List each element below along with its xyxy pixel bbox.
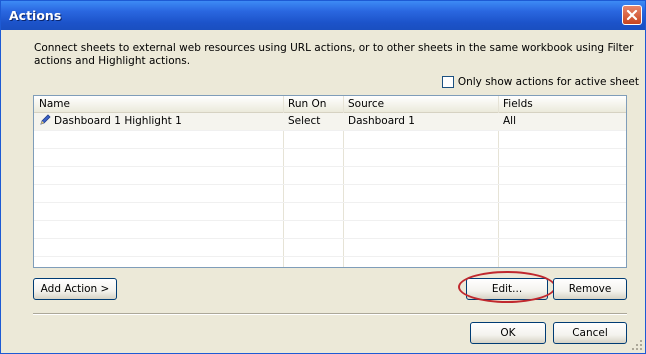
empty-row	[34, 167, 626, 185]
checkbox-label: Only show actions for active sheet	[457, 76, 639, 88]
title-bar[interactable]: Actions	[1, 1, 645, 30]
action-run-on: Select	[288, 115, 321, 127]
actions-dialog: Actions Connect sheets to external web r…	[0, 0, 646, 354]
column-header-name[interactable]: Name	[34, 96, 283, 112]
dialog-description: Connect sheets to external web resources…	[34, 42, 634, 67]
action-name: Dashboard 1 Highlight 1	[54, 115, 182, 127]
empty-row	[34, 203, 626, 221]
action-fields: All	[503, 115, 517, 127]
empty-row	[34, 239, 626, 257]
active-sheet-filter-checkbox[interactable]: Only show actions for active sheet	[441, 74, 639, 90]
empty-row	[34, 149, 626, 167]
empty-row	[34, 131, 626, 149]
empty-row	[34, 221, 626, 239]
column-header-fields[interactable]: Fields	[498, 96, 626, 112]
cancel-button[interactable]: Cancel	[553, 322, 627, 344]
close-button[interactable]	[622, 5, 642, 25]
add-action-button[interactable]: Add Action >	[33, 278, 117, 300]
column-header-source[interactable]: Source	[343, 96, 498, 112]
checkbox-box[interactable]	[441, 76, 454, 88]
highlight-ring-annotation	[458, 271, 556, 303]
table-header: Name Run On Source Fields	[34, 96, 626, 113]
action-source: Dashboard 1	[348, 115, 415, 127]
table-row[interactable]: Dashboard 1 Highlight 1 Select Dashboard…	[34, 113, 626, 131]
ok-button[interactable]: OK	[470, 322, 546, 344]
actions-table: Name Run On Source Fields Dashboard 1 Hi…	[33, 95, 627, 268]
row-name-cell: Dashboard 1 Highlight 1	[34, 113, 283, 130]
column-header-run-on[interactable]: Run On	[283, 96, 343, 112]
dialog-title: Actions	[9, 8, 62, 23]
pencil-icon	[40, 114, 51, 125]
remove-button[interactable]: Remove	[553, 278, 627, 300]
close-icon	[626, 9, 638, 21]
empty-row	[34, 185, 626, 203]
divider	[33, 313, 627, 315]
resize-grip-icon[interactable]	[631, 339, 643, 351]
